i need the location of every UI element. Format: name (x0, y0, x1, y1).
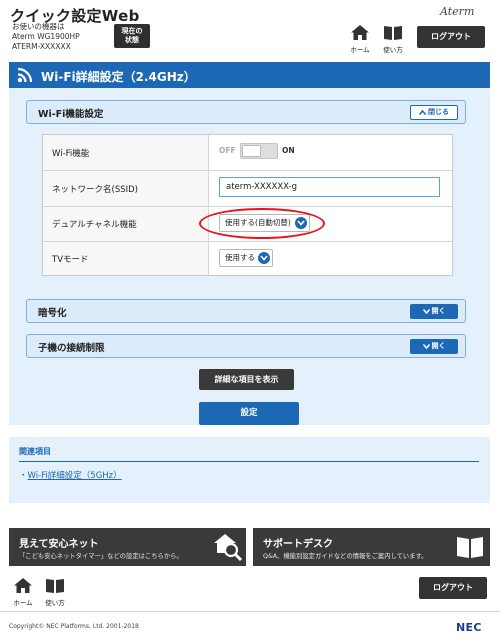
section-title-bar: Wi-Fi詳細設定（2.4GHz） (9, 62, 490, 88)
group-wifi-function: Wi-Fi機能設定 閉じる (26, 100, 466, 124)
support-desk-banner[interactable]: サポートデスク Q&A、機能別設定ガイドなどの情報をご案内しています。 (253, 528, 490, 566)
footer-home-label: ホーム (13, 599, 33, 607)
ssid-input[interactable]: aterm-XXXXXX-g (219, 177, 440, 197)
row-value: 使用する (209, 242, 452, 275)
banner-title: 見えて安心ネット (19, 539, 99, 550)
divider (19, 461, 479, 462)
house-search-icon (214, 534, 242, 561)
footer-home-button[interactable]: ホーム (13, 578, 33, 607)
manual-nav-button[interactable]: 使い方 (380, 25, 406, 54)
banner-desc: Q&A、機能別設定ガイドなどの情報をご案内しています。 (263, 553, 428, 560)
related-items: 関連項目 ・Wi-Fi詳細設定（5GHz） (9, 437, 490, 503)
related-link-5ghz[interactable]: Wi-Fi詳細設定（5GHz） (28, 471, 122, 481)
expand-button[interactable]: 開く (410, 339, 458, 354)
status-btn-line-2: 状態 (125, 36, 139, 44)
chevron-up-icon (418, 109, 427, 115)
header: クイック設定Web お使いの機器は Aterm WG1900HP ATERM-X… (0, 0, 500, 58)
group-wifi-function-label: Wi-Fi機能設定 (38, 109, 104, 120)
group-encryption-label: 暗号化 (38, 308, 67, 319)
switch-knob[interactable] (242, 145, 261, 157)
home-icon (14, 578, 32, 593)
home-nav-label: ホーム (350, 46, 370, 54)
tv-mode-select[interactable]: 使用する (219, 249, 273, 267)
device-line-1: お使いの機器は (12, 22, 65, 31)
book-icon (46, 579, 64, 593)
row-ssid: ネットワーク名(SSID) aterm-XXXXXX-g (43, 171, 452, 207)
safety-net-banner[interactable]: 見えて安心ネット 「こども安心ネットタイマー」などの設定はこちらから。 (9, 528, 246, 566)
current-status-button[interactable]: 現在の 状態 (114, 24, 150, 48)
expand-button[interactable]: 開く (410, 304, 458, 319)
footer-manual-label: 使い方 (45, 599, 65, 607)
device-line-3: ATERM-XXXXXX (12, 42, 71, 51)
group-child-limit[interactable]: 子機の接続制限 開く (26, 334, 466, 358)
section-title: Wi-Fi詳細設定（2.4GHz） (41, 70, 196, 84)
book-icon (384, 26, 402, 40)
row-wifi-function: Wi-Fi機能 OFF ON (43, 135, 452, 171)
collapse-button[interactable]: 閉じる (410, 105, 458, 120)
wifi-icon (17, 67, 33, 83)
settings-table: Wi-Fi機能 OFF ON ネットワーク名(SSID) aterm-XXXXX… (42, 134, 453, 276)
row-value: OFF ON (209, 135, 452, 170)
expand-button-label: 開く (431, 307, 446, 315)
related-title: 関連項目 (19, 447, 51, 456)
manual-nav-label: 使い方 (383, 46, 403, 54)
related-link-row: ・Wi-Fi詳細設定（5GHz） (19, 469, 122, 481)
row-label: デュアルチャネル機能 (43, 207, 209, 241)
footer-divider (0, 611, 500, 612)
footer-manual-button[interactable]: 使い方 (42, 578, 68, 607)
open-book-icon (457, 537, 483, 558)
apply-button[interactable]: 設定 (199, 402, 299, 425)
nec-logo: NEC (456, 621, 482, 634)
aterm-logo: Aterm (440, 5, 475, 18)
logout-button-top[interactable]: ログアウト (417, 26, 485, 48)
group-encryption[interactable]: 暗号化 開く (26, 299, 466, 323)
collapse-button-label: 閉じる (428, 108, 449, 116)
home-icon (351, 25, 369, 40)
device-info: お使いの機器は Aterm WG1900HP ATERM-XXXXXX (12, 22, 80, 52)
row-tv-mode: TVモード 使用する (43, 242, 452, 275)
link-bullet: ・ (19, 471, 28, 481)
logout-button-bottom[interactable]: ログアウト (419, 577, 487, 599)
status-btn-line-1: 現在の (121, 27, 143, 35)
banner-title: サポートデスク (263, 539, 333, 550)
highlight-ellipse (199, 208, 325, 239)
switch-track (240, 143, 278, 159)
switch-on-label: ON (282, 146, 295, 155)
row-value: aterm-XXXXXX-g (209, 171, 452, 206)
tv-mode-value: 使用する (225, 253, 255, 262)
row-label: TVモード (43, 242, 209, 275)
chevron-down-icon (422, 308, 430, 314)
expand-button-label: 開く (431, 342, 446, 350)
copyright: Copyright© NEC Platforms, Ltd. 2001-2018 (9, 623, 139, 630)
home-nav-button[interactable]: ホーム (349, 25, 371, 54)
row-label: ネットワーク名(SSID) (43, 171, 209, 206)
show-advanced-button[interactable]: 詳細な項目を表示 (199, 369, 294, 390)
switch-off-label: OFF (219, 146, 236, 155)
chevron-down-icon (258, 252, 270, 264)
device-line-2: Aterm WG1900HP (12, 32, 80, 41)
group-child-limit-label: 子機の接続制限 (38, 343, 105, 354)
chevron-down-icon (422, 343, 430, 349)
banner-desc: 「こども安心ネットタイマー」などの設定はこちらから。 (19, 553, 183, 560)
row-label: Wi-Fi機能 (43, 135, 209, 170)
